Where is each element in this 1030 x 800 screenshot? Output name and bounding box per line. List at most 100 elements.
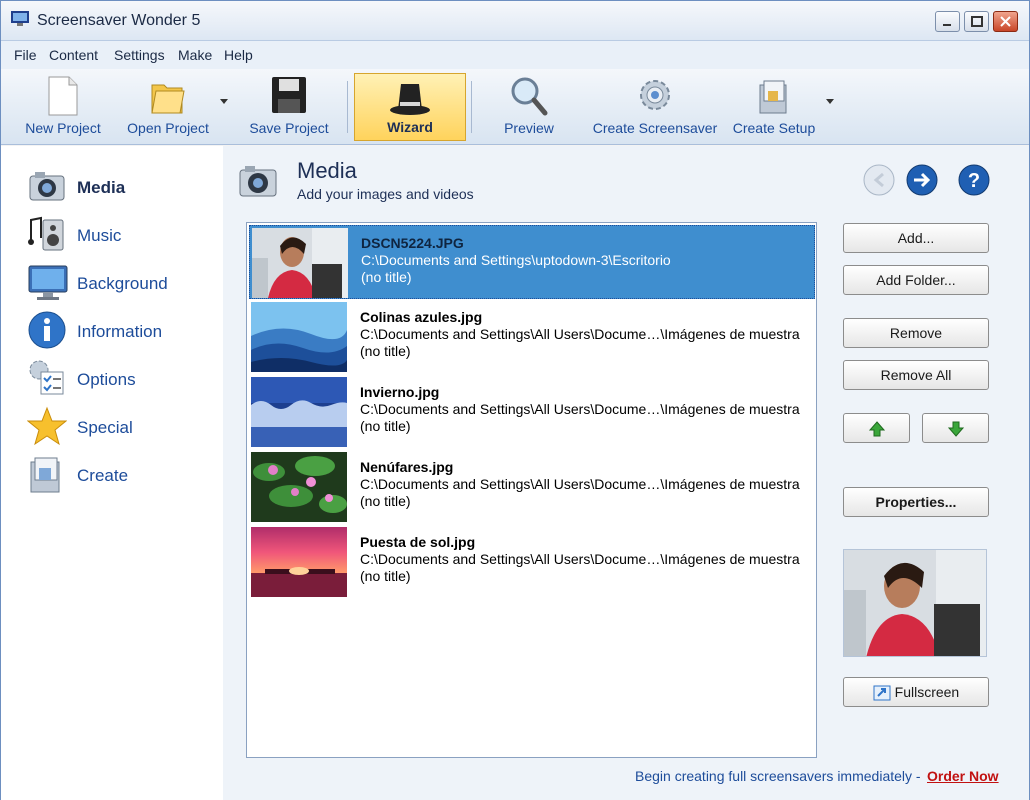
app-icon: [11, 11, 29, 26]
save-project-button[interactable]: Save Project: [241, 73, 337, 141]
order-now-link[interactable]: Order Now: [927, 768, 999, 784]
create-icon: [30, 457, 60, 493]
media-filename: Nenúfares.jpg: [360, 459, 454, 475]
wizard-button[interactable]: Wizard: [354, 73, 466, 141]
sidebar-item-create[interactable]: Create: [27, 454, 217, 498]
menu-settings[interactable]: Settings: [114, 47, 165, 63]
media-filename: Puesta de sol.jpg: [360, 534, 476, 550]
menu-content[interactable]: Content: [49, 47, 98, 63]
media-path: C:\Documents and Settings\All Users\Docu…: [360, 476, 800, 492]
close-icon: [1000, 16, 1011, 27]
create-screensaver-button[interactable]: Create Screensaver: [587, 73, 723, 141]
media-thumbnail: [251, 377, 347, 447]
list-item[interactable]: Puesta de sol.jpg C:\Documents and Setti…: [249, 525, 815, 599]
sidebar-item-label: Options: [77, 370, 136, 389]
panel-subtitle: Add your images and videos: [297, 186, 474, 202]
open-project-dropdown-icon[interactable]: [220, 99, 228, 105]
media-path: C:\Documents and Settings\All Users\Docu…: [360, 326, 800, 342]
sidebar-item-label: Background: [77, 274, 168, 293]
media-list[interactable]: DSCN5224.JPG C:\Documents and Settings\u…: [246, 222, 817, 758]
arrow-down-icon: [947, 421, 964, 438]
preview-button[interactable]: Preview: [489, 73, 569, 141]
new-project-label: New Project: [25, 120, 101, 136]
help-button[interactable]: ?: [958, 164, 990, 196]
media-filename: Colinas azules.jpg: [360, 309, 483, 325]
setup-box-icon: [759, 80, 787, 114]
create-setup-dropdown-icon[interactable]: [826, 99, 834, 105]
media-title: (no title): [361, 269, 412, 285]
person-photo: [844, 550, 986, 656]
sidebar-item-background[interactable]: Background: [27, 262, 217, 306]
menu-help[interactable]: Help: [224, 47, 253, 63]
media-title: (no title): [360, 418, 411, 434]
forward-arrow-icon: [906, 164, 938, 196]
water-lilies-photo: [251, 452, 347, 522]
info-icon: [28, 311, 66, 349]
media-path: C:\Documents and Settings\All Users\Docu…: [360, 401, 800, 417]
person-photo: [252, 228, 348, 298]
open-project-label: Open Project: [127, 120, 209, 136]
move-down-button[interactable]: [922, 413, 989, 443]
sidebar-item-information[interactable]: Information: [27, 310, 217, 354]
folder-icon: [151, 84, 185, 114]
camera-icon: [239, 166, 277, 197]
media-title: (no title): [360, 568, 411, 584]
create-setup-button[interactable]: Create Setup: [729, 73, 819, 141]
sidebar-item-options[interactable]: Options: [27, 358, 217, 402]
menu-make[interactable]: Make: [178, 47, 212, 63]
media-title: (no title): [360, 493, 411, 509]
title-bar[interactable]: Screensaver Wonder 5: [1, 1, 1029, 41]
list-item[interactable]: Colinas azules.jpg C:\Documents and Sett…: [249, 300, 815, 374]
window-title: Screensaver Wonder 5: [37, 12, 201, 29]
open-project-button[interactable]: Open Project: [119, 73, 217, 141]
preview-image: [843, 549, 987, 657]
camera-icon: [29, 172, 65, 201]
app-window: Screensaver Wonder 5 File Content Settin…: [0, 0, 1030, 800]
blue-hills-photo: [251, 302, 347, 372]
properties-button[interactable]: Properties...: [843, 487, 989, 517]
speaker-icon: [28, 216, 64, 251]
media-filename: Invierno.jpg: [360, 384, 440, 400]
sidebar: Media Music Background Information Optio…: [1, 146, 223, 800]
media-filename: DSCN5224.JPG: [361, 235, 464, 251]
remove-all-button[interactable]: Remove All: [843, 360, 989, 390]
move-up-button[interactable]: [843, 413, 910, 443]
maximize-button[interactable]: [964, 11, 989, 32]
arrow-up-icon: [868, 421, 885, 437]
menu-file[interactable]: File: [14, 47, 37, 63]
star-icon: [27, 406, 67, 446]
sidebar-item-media[interactable]: Media: [27, 166, 217, 210]
media-panel: Media Add your images and videos ? DSCN5…: [223, 146, 1029, 800]
sidebar-item-special[interactable]: Special: [27, 406, 217, 450]
fullscreen-button[interactable]: Fullscreen: [843, 677, 989, 707]
media-path: C:\Documents and Settings\uptodown-3\Esc…: [361, 252, 671, 268]
svg-text:?: ?: [968, 170, 980, 192]
list-item[interactable]: Invierno.jpg C:\Documents and Settings\A…: [249, 375, 815, 449]
close-button[interactable]: [993, 11, 1018, 32]
minimize-icon: [943, 24, 951, 26]
remove-button[interactable]: Remove: [843, 318, 989, 348]
sidebar-item-label: Special: [77, 418, 133, 437]
back-button[interactable]: [863, 164, 895, 196]
sidebar-item-label: Information: [77, 322, 163, 341]
list-item[interactable]: DSCN5224.JPG C:\Documents and Settings\u…: [249, 225, 815, 299]
media-thumbnail: [251, 452, 347, 522]
sidebar-item-music[interactable]: Music: [27, 214, 217, 258]
next-button[interactable]: [906, 164, 938, 196]
media-thumbnail: [251, 302, 347, 372]
add-folder-button[interactable]: Add Folder...: [843, 265, 989, 295]
preview-label: Preview: [504, 120, 554, 136]
fullscreen-icon: [873, 685, 891, 701]
add-button[interactable]: Add...: [843, 223, 989, 253]
minimize-button[interactable]: [935, 11, 960, 32]
options-icon: [29, 360, 64, 395]
new-project-button[interactable]: New Project: [17, 73, 109, 141]
save-project-label: Save Project: [249, 120, 329, 136]
toolbar-separator: [471, 81, 472, 133]
new-document-icon: [48, 76, 78, 116]
list-item[interactable]: Nenúfares.jpg C:\Documents and Settings\…: [249, 450, 815, 524]
sunset-photo: [251, 527, 347, 597]
floppy-disk-icon: [272, 77, 306, 113]
monitor-icon: [28, 265, 68, 300]
maximize-icon: [971, 16, 983, 27]
